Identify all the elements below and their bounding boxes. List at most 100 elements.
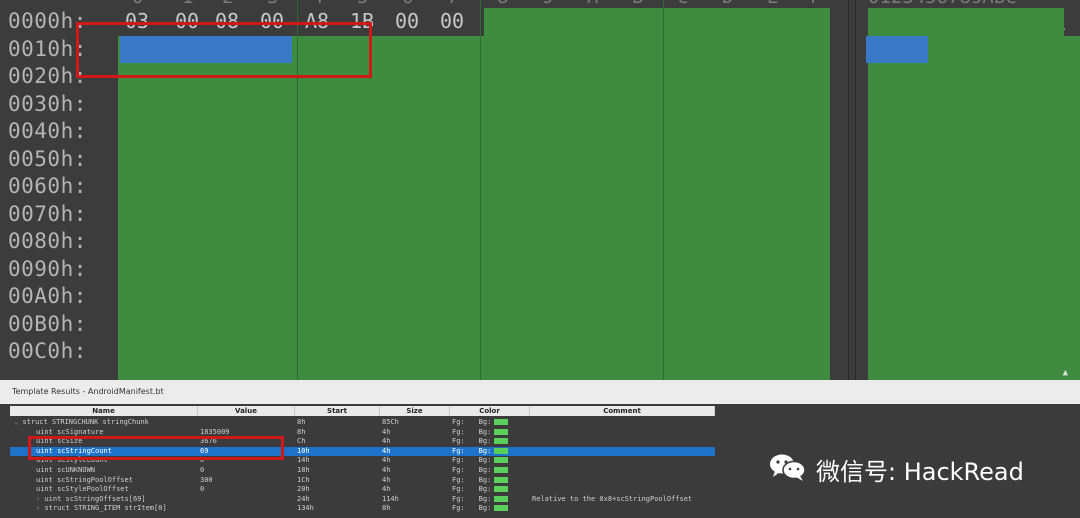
template-row-value	[200, 418, 293, 427]
template-row-comment	[532, 447, 713, 456]
template-row-comment	[532, 485, 713, 494]
template-row-color[interactable]: Fg: Bg:	[452, 456, 528, 465]
hex-row-address: 00B0h:	[8, 311, 87, 336]
template-row-size: 4h	[382, 485, 391, 494]
template-results-title: Template Results - AndroidManifest.bt	[0, 380, 1080, 404]
bg-color-swatch[interactable]	[494, 438, 509, 445]
hex-column-label: 4	[312, 0, 323, 8]
template-row-name-text: struct STRING_ITEM strItem[0]	[44, 504, 167, 513]
template-row-color[interactable]: Fg: Bg:	[452, 466, 528, 475]
template-row-start: 24h	[297, 494, 310, 503]
template-row-color[interactable]: Fg: Bg:	[452, 504, 528, 513]
fg-color-label: Fg:	[452, 446, 465, 455]
column-header-value[interactable]: Value	[198, 406, 295, 416]
hex-row-address: 0040h:	[8, 119, 87, 143]
fg-color-label: Fg:	[452, 504, 465, 513]
template-row-value: 0	[200, 466, 205, 474]
bg-color-label: Bg:	[478, 418, 492, 426]
template-row-name: › uint scStringOffsets[69]	[36, 495, 198, 504]
template-row-start: 134h	[297, 504, 314, 513]
hex-highlight-region	[484, 8, 830, 36]
hex-column-label: D	[722, 0, 733, 8]
template-row-start: 20h	[297, 485, 310, 494]
template-row-name-text: uint scUNKNOWN	[36, 466, 96, 474]
column-header-size[interactable]: Size	[380, 406, 450, 416]
fg-color-label: Fg:	[452, 437, 465, 446]
bg-color-swatch[interactable]	[494, 447, 509, 454]
bg-color-swatch[interactable]	[494, 457, 509, 464]
bg-color-swatch[interactable]	[494, 476, 509, 483]
template-row-value	[200, 504, 293, 513]
bg-color-label: Bg:	[478, 494, 492, 503]
bg-color-swatch[interactable]	[494, 419, 509, 425]
bg-color-label: Bg:	[478, 446, 492, 455]
hex-column-label: B	[632, 0, 643, 8]
hex-column-label: 3	[267, 0, 278, 8]
bg-color-label: Bg:	[478, 475, 492, 484]
watermark: 微信号: HackRead	[768, 452, 1024, 486]
template-row-color[interactable]: Fg: Bg:	[452, 447, 528, 456]
template-row-name-text: uint scStylePoolOffset	[36, 485, 129, 494]
template-row-name: ⌄ struct STRINGCHUNK stringChunk	[14, 418, 198, 427]
template-row-size: 4h	[382, 466, 391, 474]
template-row-start: Ch	[297, 437, 306, 446]
template-row-name: uint scStylePoolOffset	[36, 485, 198, 494]
column-header-start[interactable]: Start	[295, 406, 380, 416]
scroll-up-icon[interactable]: ▲	[1063, 368, 1068, 378]
column-header-color[interactable]: Color	[450, 406, 530, 416]
ascii-divider	[848, 0, 849, 380]
annotation-box-hex	[76, 22, 372, 78]
fg-color-label: Fg:	[452, 466, 465, 474]
template-row-comment	[532, 418, 713, 427]
template-row-color[interactable]: Fg: Bg:	[452, 418, 528, 427]
template-row-size: 4h	[382, 427, 391, 436]
hex-column-label: 6	[402, 0, 413, 8]
template-row-color[interactable]: Fg: Bg:	[452, 485, 528, 494]
template-row[interactable]: uint scStylePoolOffset 0 20h 4h Fg: Bg:	[10, 485, 715, 494]
fg-color-label: Fg:	[452, 456, 465, 465]
bg-color-swatch[interactable]	[494, 505, 509, 512]
template-row[interactable]: ⌄ struct STRINGCHUNK stringChunk 8h 85Ch Fg…	[10, 418, 715, 427]
template-row-color[interactable]: Fg: Bg:	[452, 476, 528, 485]
template-row-comment	[532, 456, 713, 465]
template-row-color[interactable]: Fg: Bg:	[452, 437, 528, 446]
template-row[interactable]: uint scUNKNOWN 0 18h 4h Fg: Bg:	[10, 466, 715, 475]
fg-color-label: Fg:	[452, 475, 465, 484]
template-row-comment	[532, 428, 713, 437]
hex-editor-view[interactable]: 0123456789ABCDEF0123456789ABC 0000h:0300…	[0, 0, 1080, 380]
template-row-name-text: uint scSignature	[36, 427, 104, 436]
template-row-start: 8h	[297, 418, 306, 426]
template-row-comment	[532, 437, 713, 446]
template-row-start: 1Ch	[297, 475, 310, 484]
hex-byte[interactable]: 00	[390, 8, 424, 35]
bg-color-label: Bg:	[478, 437, 492, 446]
template-row[interactable]: uint scStringPoolOffset 300 1Ch 4h Fg: Bg:	[10, 476, 715, 485]
template-row-name: uint scUNKNOWN	[36, 466, 198, 475]
bg-color-swatch[interactable]	[494, 428, 509, 435]
hex-column-divider	[480, 0, 481, 380]
template-row-color[interactable]: Fg: Bg:	[452, 428, 528, 437]
hex-column-header: 0123456789ABCDEF0123456789ABC	[0, 0, 1080, 8]
bg-color-swatch[interactable]	[494, 486, 509, 493]
template-row-size: 4h	[382, 446, 391, 455]
template-row-color[interactable]: Fg: Bg:	[452, 495, 528, 504]
hex-highlight-region	[868, 35, 1080, 380]
bg-color-swatch[interactable]	[494, 467, 509, 473]
template-row-value: 300	[200, 475, 213, 484]
template-row-size: 4h	[382, 437, 391, 446]
template-row[interactable]: › struct STRING_ITEM strItem[0] 134h 8h Fg:…	[10, 504, 715, 513]
hex-row-address: 0070h:	[8, 201, 87, 226]
hex-byte[interactable]: 00	[435, 8, 469, 35]
template-row-size: 4h	[382, 475, 391, 484]
hex-column-label: 0	[132, 0, 143, 8]
wechat-icon	[768, 452, 808, 486]
hex-row-address: 00C0h:	[8, 339, 87, 363]
template-row[interactable]: › uint scStringOffsets[69] 24h 114h Fg: Bg: R…	[10, 495, 715, 504]
fg-color-label: Fg:	[452, 494, 465, 503]
template-row-size: 8h	[382, 504, 391, 513]
hex-column-label: 2	[222, 0, 233, 8]
column-header-name[interactable]: Name	[10, 406, 198, 416]
column-header-comment[interactable]: Comment	[530, 406, 715, 416]
hex-row-address: 0060h:	[8, 174, 87, 198]
bg-color-swatch[interactable]	[494, 495, 509, 502]
